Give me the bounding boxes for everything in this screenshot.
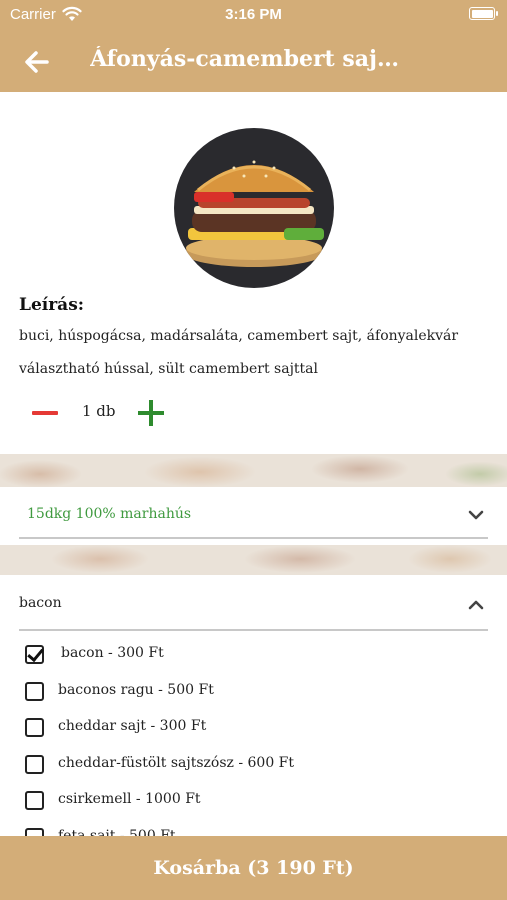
extra-option-cheddar-fustolt-sajtszosz[interactable]: cheddar-füstölt sajtszósz - 600 Ft xyxy=(0,747,507,784)
extra-option-bacon[interactable]: bacon - 300 Ft xyxy=(0,637,507,674)
nav-bar: Áfonyás-camembert saj… xyxy=(0,32,507,90)
battery-icon xyxy=(469,7,498,20)
extra-option-csirkemell[interactable]: csirkemell - 1000 Ft xyxy=(0,783,507,820)
description-line: buci, húspogácsa, madársaláta, camembert… xyxy=(19,328,459,344)
quantity-stepper: 1 db xyxy=(0,394,507,430)
description-heading: Leírás: xyxy=(19,295,85,315)
extra-option-baconos-ragu[interactable]: baconos ragu - 500 Ft xyxy=(0,674,507,711)
checkbox[interactable] xyxy=(25,718,44,737)
extras-options-list: bacon - 300 Ft baconos ragu - 500 Ft che… xyxy=(0,637,507,836)
extra-option-label: cheddar-füstölt sajtszósz - 600 Ft xyxy=(58,754,295,771)
chevron-up-icon[interactable] xyxy=(468,597,484,613)
extra-option-label: baconos ragu - 500 Ft xyxy=(58,681,214,698)
extras-title: bacon xyxy=(19,595,62,611)
description-line: választható hússal, sült camembert sajtt… xyxy=(19,361,319,377)
checkbox[interactable] xyxy=(25,827,44,836)
checkbox[interactable] xyxy=(25,645,44,664)
top-bar: Carrier 3:16 PM Áfonyás-camembert saj… xyxy=(0,0,507,92)
back-button[interactable] xyxy=(22,47,52,77)
quantity-value: 1 db xyxy=(82,402,116,420)
extra-option-label: csirkemell - 1000 Ft xyxy=(58,791,201,807)
extras-panel: bacon bacon - 300 Ft baconos ragu - 500 … xyxy=(0,575,507,836)
checkbox[interactable] xyxy=(25,791,44,810)
status-bar: Carrier 3:16 PM xyxy=(0,0,507,30)
extra-option-cheddar-sajt[interactable]: cheddar sajt - 300 Ft xyxy=(0,710,507,747)
divider xyxy=(19,629,488,631)
meat-select[interactable]: 15dkg 100% marhahús xyxy=(0,487,507,545)
description-text: buci, húspogácsa, madársaláta, camembert… xyxy=(19,320,479,386)
back-arrow-icon xyxy=(25,51,49,73)
checkbox[interactable] xyxy=(25,754,44,774)
page-title: Áfonyás-camembert saj… xyxy=(90,46,399,72)
product-image xyxy=(174,128,334,288)
clock: 3:16 PM xyxy=(225,6,282,23)
extra-option-label: bacon - 300 Ft xyxy=(61,645,164,661)
extra-option-label: feta sajt - 500 Ft xyxy=(58,827,176,837)
checkbox[interactable] xyxy=(25,681,44,701)
meat-select-value: 15dkg 100% marhahús xyxy=(27,506,192,522)
chevron-down-icon xyxy=(468,510,484,520)
extra-option-feta-sajt[interactable]: feta sajt - 500 Ft xyxy=(0,820,507,837)
product-section: Leírás: buci, húspogácsa, madársaláta, c… xyxy=(0,92,507,454)
divider xyxy=(19,537,488,539)
increase-quantity-button[interactable] xyxy=(138,400,164,426)
extra-option-label: cheddar sajt - 300 Ft xyxy=(58,718,207,734)
decrease-quantity-button[interactable] xyxy=(30,402,60,426)
add-to-cart-button[interactable]: Kosárba (3 190 Ft) xyxy=(0,836,507,900)
